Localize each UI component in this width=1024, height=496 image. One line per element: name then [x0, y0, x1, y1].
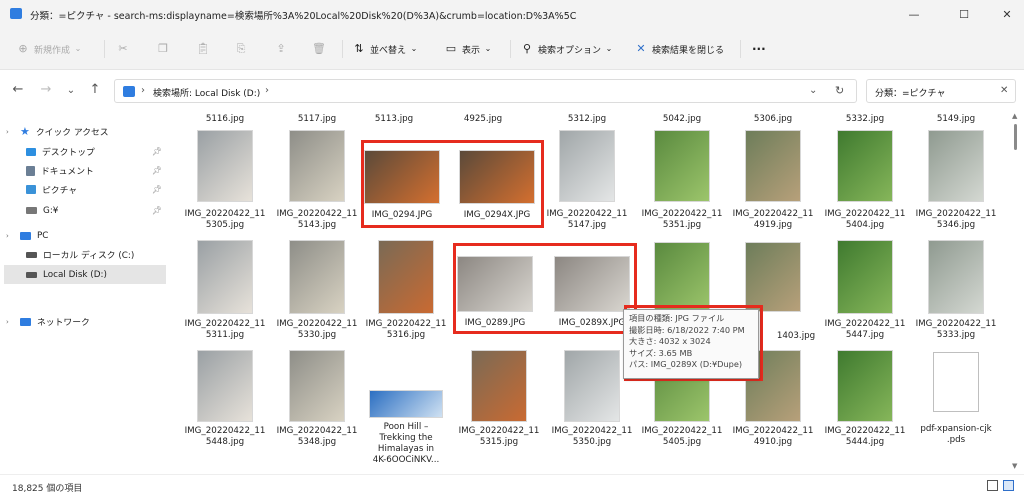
photo-thumbnail[interactable]: [564, 350, 620, 422]
photo-thumbnail[interactable]: [289, 130, 345, 202]
file-name: IMG_20220422_11 5447.jpg: [824, 319, 906, 340]
photo-thumbnail[interactable]: [837, 350, 893, 422]
file-name: IMG_20220422_11 4919.jpg: [732, 209, 814, 230]
photo-thumbnail[interactable]: [837, 130, 893, 202]
file-name: IMG_20220422_11 4910.jpg: [732, 426, 814, 447]
file-name: IMG_20220422_11 5350.jpg: [551, 426, 633, 447]
file-name: IMG_20220422_11 5405.jpg: [641, 426, 723, 447]
large-icons-view-icon[interactable]: [1003, 480, 1014, 491]
file-name: IMG_20220422_11 5315.jpg: [458, 426, 540, 447]
photo-thumbnail[interactable]: [559, 130, 615, 202]
file-name: pdf-xpansion-cjk .pds: [920, 424, 992, 445]
file-name: 5113.jpg: [374, 114, 414, 124]
item-count: 18,825 個の項目: [12, 484, 83, 494]
file-name: IMG_20220422_11 5316.jpg: [365, 319, 447, 340]
file-name: IMG_20220422_11 5311.jpg: [184, 319, 266, 340]
photo-thumbnail[interactable]: [745, 242, 801, 312]
file-name: IMG_20220422_11 5147.jpg: [546, 209, 628, 230]
photo-thumbnail[interactable]: [928, 130, 984, 202]
photo-thumbnail[interactable]: [197, 350, 253, 422]
file-grid: 5116.jpg 5117.jpg 5113.jpg 4925.jpg 5312.jpg…: [0, 0, 1024, 474]
file-name: 5042.jpg: [662, 114, 702, 124]
file-name: IMG_20220422_11 5348.jpg: [276, 426, 358, 447]
tooltip-path: パス: IMG_0289X (D:¥Dupe): [629, 359, 743, 370]
file-name: 5116.jpg: [205, 114, 245, 124]
photo-thumbnail[interactable]: [289, 240, 345, 314]
scrollbar-thumb[interactable]: [1014, 124, 1017, 150]
file-name: 5332.jpg: [845, 114, 885, 124]
file-name: 5306.jpg: [753, 114, 793, 124]
photo-thumbnail[interactable]: [745, 130, 801, 202]
file-name: IMG_20220422_11 5346.jpg: [915, 209, 997, 230]
file-name: 5149.jpg: [936, 114, 976, 124]
details-view-icon[interactable]: [987, 480, 998, 491]
photo-thumbnail[interactable]: [654, 242, 710, 312]
photo-thumbnail[interactable]: [289, 350, 345, 422]
file-icon[interactable]: [933, 352, 979, 412]
photo-thumbnail[interactable]: [197, 130, 253, 202]
status-bar: 18,825 個の項目: [0, 474, 1024, 496]
scroll-down-icon[interactable]: ▼: [1012, 462, 1017, 470]
video-thumbnail[interactable]: [369, 390, 443, 418]
photo-thumbnail[interactable]: [197, 240, 253, 314]
tooltip-dimensions: 大きさ: 4032 x 3024: [629, 336, 711, 347]
file-name: IMG_20220422_11 5444.jpg: [824, 426, 906, 447]
photo-thumbnail[interactable]: [471, 350, 527, 422]
photo-thumbnail[interactable]: [837, 240, 893, 314]
file-name: IMG_20220422_11 5448.jpg: [184, 426, 266, 447]
tooltip-type: 項目の種類: JPG ファイル: [629, 313, 725, 323]
file-name: IMG_20220422_11 5404.jpg: [824, 209, 906, 230]
highlight-box: [453, 243, 637, 334]
file-tooltip: 項目の種類: JPG ファイル 撮影日時: 6/18/2022 7:40 PM …: [623, 309, 759, 379]
vertical-scrollbar[interactable]: ▲ ▼: [1010, 112, 1022, 472]
photo-thumbnail[interactable]: [654, 130, 710, 202]
scroll-up-icon[interactable]: ▲: [1012, 112, 1017, 120]
highlight-box: [361, 140, 544, 228]
photo-thumbnail[interactable]: [928, 240, 984, 314]
file-name: IMG_20220422_11 5305.jpg: [184, 209, 266, 230]
tooltip-size: サイズ: 3.65 MB: [629, 347, 693, 358]
file-name: 5312.jpg: [567, 114, 607, 124]
file-name: 4925.jpg: [463, 114, 503, 124]
file-name: IMG_20220422_11 5330.jpg: [276, 319, 358, 340]
file-name: Poon Hill – Trekking the Himalayas in 4K…: [372, 422, 440, 465]
file-name: IMG_20220422_11 5333.jpg: [915, 319, 997, 340]
photo-thumbnail[interactable]: [378, 240, 434, 314]
tooltip-date: 撮影日時: 6/18/2022 7:40 PM: [629, 324, 745, 335]
file-name: IMG_20220422_11 5351.jpg: [641, 209, 723, 230]
